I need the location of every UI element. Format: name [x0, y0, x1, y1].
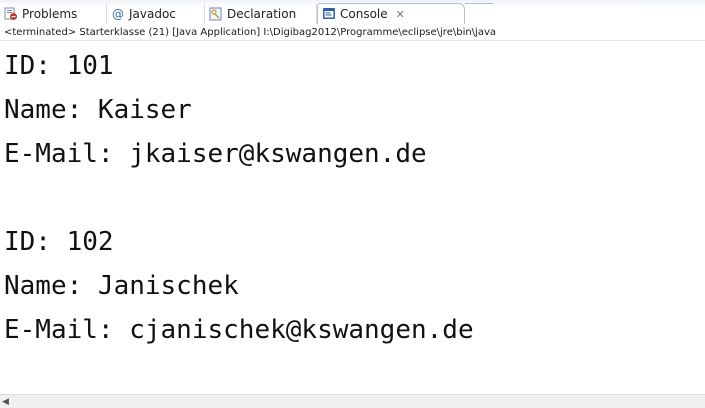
tab-console-label: Console: [340, 7, 388, 21]
console-icon: [322, 7, 336, 21]
tab-declaration-label: Declaration: [227, 7, 297, 21]
tab-problems-label: Problems: [22, 7, 78, 21]
at-icon: @: [111, 7, 125, 21]
console-line: ID: 102: [4, 227, 114, 257]
console-status-line: <terminated> Starterklasse (21) [Java Ap…: [0, 24, 705, 41]
console-line: Name: Janischek: [4, 271, 239, 301]
view-tab-bar: Problems @ Javadoc Declaration Console ✕: [0, 0, 705, 25]
svg-text:@: @: [112, 7, 124, 21]
problems-icon: [4, 7, 18, 21]
tab-javadoc[interactable]: @ Javadoc: [107, 4, 205, 24]
console-line: E-Mail: jkaiser@kswangen.de: [4, 139, 427, 169]
declaration-icon: [209, 7, 223, 21]
active-tab-edge: [465, 3, 493, 24]
tab-declaration[interactable]: Declaration: [205, 4, 317, 24]
tab-problems[interactable]: Problems: [0, 4, 107, 24]
tab-console[interactable]: Console ✕: [317, 3, 465, 24]
scroll-left-arrow-icon[interactable]: ◀: [2, 397, 12, 407]
horizontal-scrollbar[interactable]: ◀: [0, 394, 705, 408]
close-icon[interactable]: ✕: [396, 8, 405, 21]
console-line: ID: 101: [4, 51, 114, 81]
console-line: Name: Kaiser: [4, 95, 192, 125]
console-line: E-Mail: cjanischek@kswangen.de: [4, 315, 474, 345]
tab-javadoc-label: Javadoc: [129, 7, 176, 21]
console-output[interactable]: ID: 101 Name: Kaiser E-Mail: jkaiser@ksw…: [4, 44, 704, 394]
